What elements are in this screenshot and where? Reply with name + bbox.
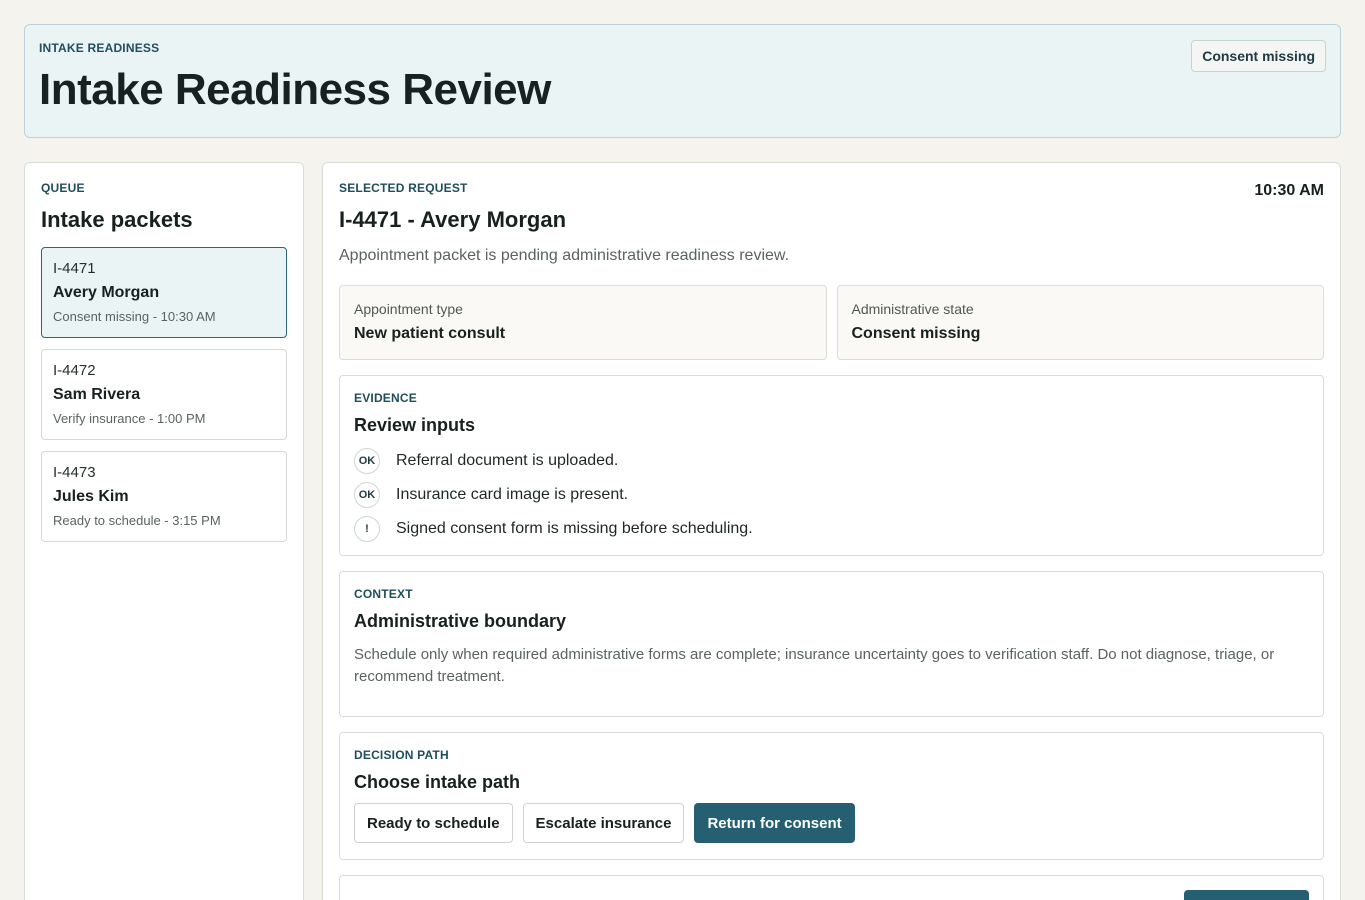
- request-time: 10:30 AM: [1254, 182, 1324, 199]
- queue-item-id: I-4471: [53, 260, 96, 277]
- request-detail-panel: SELECTED REQUEST 10:30 AM I-4471 - Avery…: [322, 162, 1341, 900]
- request-facts: Appointment type New patient consult Adm…: [339, 285, 1324, 360]
- context-body: Schedule only when required administrati…: [354, 646, 1275, 685]
- fact-label: Appointment type: [354, 301, 463, 317]
- handoff-section: [339, 875, 1324, 900]
- queue-item-i-4471[interactable]: I-4471 Avery Morgan Consent missing - 10…: [41, 247, 287, 338]
- queue-item-status: Verify insurance - 1:00 PM: [53, 411, 206, 426]
- evidence-text: Insurance card image is present.: [396, 486, 629, 503]
- request-summary: Appointment packet is pending administra…: [339, 247, 790, 264]
- context-eyebrow: CONTEXT: [354, 587, 413, 601]
- decision-actions: Ready to schedule Escalate insurance Ret…: [354, 803, 1309, 843]
- ready-to-schedule-button[interactable]: Ready to schedule: [354, 803, 513, 843]
- warning-status-icon: !: [354, 516, 380, 542]
- queue-item-name: Jules Kim: [53, 488, 129, 505]
- return-for-consent-button[interactable]: Return for consent: [694, 803, 855, 843]
- ok-status-icon: OK: [354, 482, 380, 508]
- fact-label: Administrative state: [851, 301, 974, 317]
- page-header: INTAKE READINESS Intake Readiness Review…: [24, 24, 1341, 138]
- fact-administrative-state: Administrative state Consent missing: [836, 285, 1324, 360]
- queue-list: I-4471 Avery Morgan Consent missing - 10…: [41, 247, 287, 542]
- fact-value: New patient consult: [354, 325, 506, 342]
- list-item: OK Referral document is uploaded.: [354, 444, 1309, 478]
- evidence-list: OK Referral document is uploaded. OK Ins…: [354, 444, 1309, 546]
- evidence-text: Signed consent form is missing before sc…: [396, 520, 753, 537]
- list-item: ! Signed consent form is missing before …: [354, 512, 1309, 546]
- queue-item-name: Sam Rivera: [53, 386, 141, 403]
- evidence-title: Review inputs: [354, 415, 476, 435]
- handoff-button[interactable]: [1184, 890, 1309, 900]
- evidence-section: EVIDENCE Review inputs OK Referral docum…: [339, 375, 1324, 556]
- request-title: I-4471 - Avery Morgan: [339, 207, 567, 232]
- decision-eyebrow: DECISION PATH: [354, 748, 449, 762]
- queue-panel: QUEUE Intake packets I-4471 Avery Morgan…: [24, 162, 304, 900]
- status-badge: Consent missing: [1191, 40, 1326, 72]
- queue-item-name: Avery Morgan: [53, 284, 160, 301]
- page-title: Intake Readiness Review: [39, 65, 551, 114]
- list-item: OK Insurance card image is present.: [354, 478, 1309, 512]
- fact-appointment-type: Appointment type New patient consult: [339, 285, 827, 360]
- queue-item-id: I-4472: [53, 362, 96, 379]
- evidence-text: Referral document is uploaded.: [396, 452, 619, 469]
- queue-item-status: Ready to schedule - 3:15 PM: [53, 513, 221, 528]
- queue-eyebrow: QUEUE: [41, 181, 85, 195]
- context-section: CONTEXT Administrative boundary Schedule…: [339, 571, 1324, 717]
- fact-value: Consent missing: [851, 325, 981, 342]
- queue-title: Intake packets: [41, 207, 193, 232]
- header-eyebrow: INTAKE READINESS: [39, 41, 160, 55]
- queue-item-status: Consent missing - 10:30 AM: [53, 309, 216, 324]
- request-eyebrow: SELECTED REQUEST: [339, 181, 468, 195]
- queue-item-id: I-4473: [53, 464, 96, 481]
- decision-section: DECISION PATH Choose intake path Ready t…: [339, 732, 1324, 860]
- decision-title: Choose intake path: [354, 772, 521, 792]
- escalate-insurance-button[interactable]: Escalate insurance: [522, 803, 685, 843]
- queue-item-i-4473[interactable]: I-4473 Jules Kim Ready to schedule - 3:1…: [41, 451, 287, 542]
- evidence-eyebrow: EVIDENCE: [354, 391, 417, 405]
- ok-status-icon: OK: [354, 448, 380, 474]
- queue-item-i-4472[interactable]: I-4472 Sam Rivera Verify insurance - 1:0…: [41, 349, 287, 440]
- context-title: Administrative boundary: [354, 611, 567, 631]
